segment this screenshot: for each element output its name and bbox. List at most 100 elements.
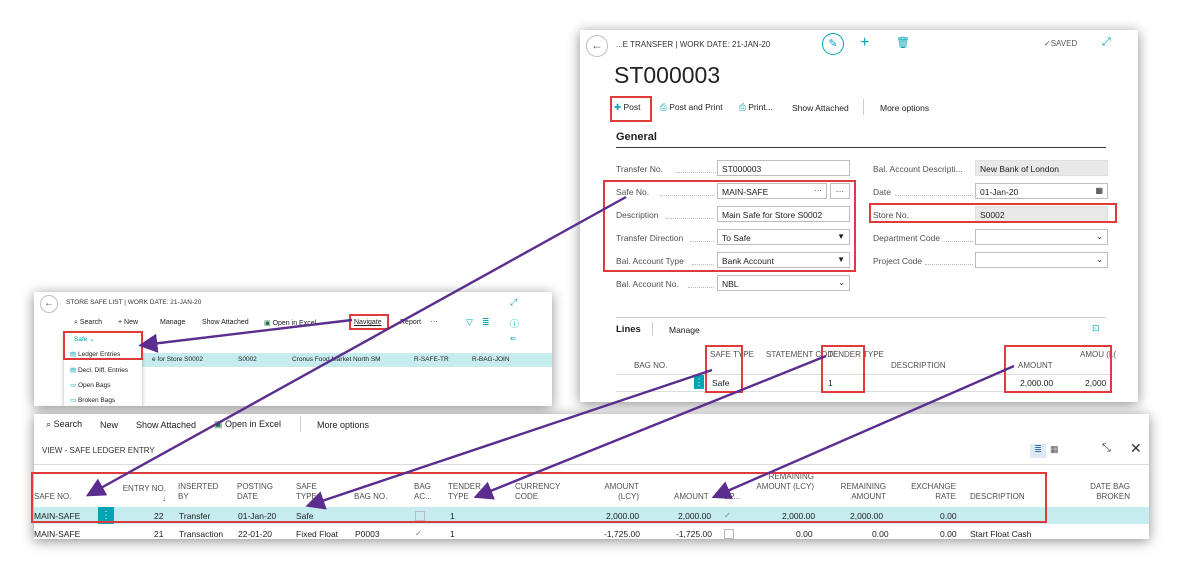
col-statement-code[interactable]: STATEMENT CODE: [766, 350, 838, 360]
report-button[interactable]: Report: [400, 319, 421, 326]
dots: [925, 264, 973, 265]
header-divider: [34, 464, 1149, 465]
bal-account-description-label: Bal. Account Descripti...: [873, 164, 963, 174]
annotation-ledger-row-box: [31, 472, 1047, 523]
col-date-bag-broken[interactable]: DATE BAG BROKEN: [1080, 482, 1130, 502]
cell-entry-no: 21: [154, 529, 164, 539]
date-label: Date: [873, 187, 891, 197]
open-in-excel-button[interactable]: ▣ Open in Excel: [264, 319, 316, 327]
cell-description: Start Float Cash: [970, 529, 1032, 539]
back-button[interactable]: ←: [40, 295, 58, 313]
new-button[interactable]: New: [100, 420, 118, 430]
dots: [688, 287, 714, 288]
bag-icon: ▭: [70, 397, 77, 404]
toolbar-divider: [863, 99, 864, 115]
lines-expand-icon[interactable]: ⊡: [1092, 323, 1100, 334]
edit-icon[interactable]: ✎: [822, 33, 844, 55]
ledger-icon: ▤: [70, 367, 77, 374]
dots: [676, 172, 716, 173]
excel-icon: ▣: [264, 320, 271, 327]
cell-posting-date: 22-01-20: [238, 529, 273, 539]
search-icon: ⌕: [74, 319, 78, 326]
expand-icon[interactable]: ⤢: [510, 297, 517, 308]
col-bag-no[interactable]: BAG NO.: [634, 361, 667, 371]
dots: [942, 241, 973, 242]
printer-icon: ⎙: [660, 102, 667, 112]
toolbar-divider: [300, 416, 301, 432]
department-code-label: Department Code: [873, 233, 941, 243]
annotation-store-no-box: [869, 203, 1117, 223]
filter-icon[interactable]: ▽: [466, 317, 473, 328]
excel-icon: ▣: [214, 419, 223, 429]
list-cell-store-name: Cronus Food Market North SM: [292, 356, 381, 363]
bal-account-description-field: New Bank of London: [975, 160, 1108, 176]
close-icon[interactable]: ✕: [1130, 440, 1142, 457]
tab-lines[interactable]: Lines: [616, 324, 641, 335]
transfer-no-label: Transfer No.: [616, 164, 663, 174]
cell-remaining-amount: 0.00: [872, 529, 889, 539]
cell-amount: -1,725.00: [676, 529, 712, 539]
add-icon[interactable]: +: [860, 34, 869, 52]
chevron-down-icon: ⌄: [838, 278, 845, 287]
list-view-icon[interactable]: ≣: [1030, 444, 1046, 458]
info-icon[interactable]: ⓘ: [510, 317, 519, 330]
menu-item-open-bags[interactable]: ▭ Open Bags: [70, 381, 111, 389]
search-button[interactable]: ⌕ Search: [74, 319, 102, 327]
dots: [895, 195, 973, 196]
list-cell-store: S0002: [238, 356, 257, 363]
tab-manage[interactable]: Manage: [669, 325, 700, 335]
cell-exchange-rate: 0.00: [940, 529, 957, 539]
cell-safe-no: MAIN-SAFE: [34, 529, 81, 539]
open-in-excel-button[interactable]: ▣ Open in Excel: [214, 419, 281, 430]
section-general-title[interactable]: General: [616, 131, 657, 143]
menu-item-broken-bags[interactable]: ▭ Broken Bags: [70, 396, 115, 404]
tile-view-icon[interactable]: ▦: [1050, 444, 1059, 455]
cell-safe-type: Fixed Float: [296, 529, 339, 539]
list-view-icon[interactable]: ≣: [482, 317, 490, 328]
breadcrumb: ...E TRANSFER | WORK DATE: 21-JAN-20: [616, 40, 771, 49]
date-field[interactable]: 01-Jan-20 ▦: [975, 183, 1108, 199]
show-attached-button[interactable]: Show Attached: [136, 420, 196, 430]
tab-divider: [652, 322, 653, 336]
checkbox[interactable]: [724, 529, 734, 539]
post-and-print-button[interactable]: ⎙ Post and Print: [660, 102, 723, 113]
expand-icon[interactable]: ⤢: [1102, 36, 1111, 49]
cell-remaining-amount-lcy: 0.00: [796, 529, 813, 539]
annotation-tender-type-box: [821, 345, 865, 393]
new-button[interactable]: + New: [118, 319, 138, 326]
show-attached-button[interactable]: Show Attached: [202, 319, 249, 326]
menu-item-decl-diff-entries[interactable]: ▤ Decl. Diff. Entries: [70, 366, 128, 374]
bal-account-no-label: Bal. Account No.: [616, 279, 679, 289]
check-icon[interactable]: ✓: [415, 528, 422, 539]
back-button[interactable]: ←: [586, 35, 608, 57]
show-attached-button[interactable]: Show Attached: [792, 103, 849, 113]
collapse-icon[interactable]: ⤡: [1102, 442, 1111, 455]
check-icon: ✓: [1044, 39, 1051, 48]
breadcrumb: STORE SAFE LIST | WORK DATE: 21-JAN-20: [66, 299, 202, 306]
delete-icon[interactable]: 🗑: [896, 36, 910, 49]
more-options-button[interactable]: More options: [880, 103, 929, 113]
printer-icon: ⎙: [739, 102, 746, 112]
print-button[interactable]: ⎙ Print...: [739, 102, 773, 113]
list-cell-code2: R-BAG-JOIN: [472, 356, 510, 363]
cell-tender-type: 1: [450, 529, 455, 539]
list-cell-description: e for Store S0002: [152, 356, 203, 363]
transfer-no-field[interactable]: ST000003: [717, 160, 850, 176]
col-description[interactable]: DESCRIPTION: [891, 361, 946, 371]
annotation-fields-box: [603, 180, 856, 272]
search-button[interactable]: ⌕ Search: [46, 419, 82, 430]
cell-amount-lcy: -1,725.00: [604, 529, 640, 539]
project-code-select[interactable]: ⌄: [975, 252, 1108, 268]
more-options-button[interactable]: More options: [317, 420, 369, 430]
cell-bag-no: P0003: [355, 529, 380, 539]
bal-account-no-select[interactable]: NBL ⌄: [717, 275, 850, 291]
collapse-icon[interactable]: ⇐: [510, 334, 517, 343]
manage-button[interactable]: Manage: [160, 319, 185, 326]
search-icon: ⌕: [46, 419, 52, 429]
department-code-select[interactable]: ⌄: [975, 229, 1108, 245]
bag-icon: ▭: [70, 382, 77, 389]
row-menu-icon[interactable]: ⋮: [694, 375, 704, 389]
chevron-down-icon: ⌄: [1096, 255, 1103, 264]
calendar-icon[interactable]: ▦: [1095, 186, 1103, 195]
more-options-icon[interactable]: ···: [430, 317, 438, 326]
